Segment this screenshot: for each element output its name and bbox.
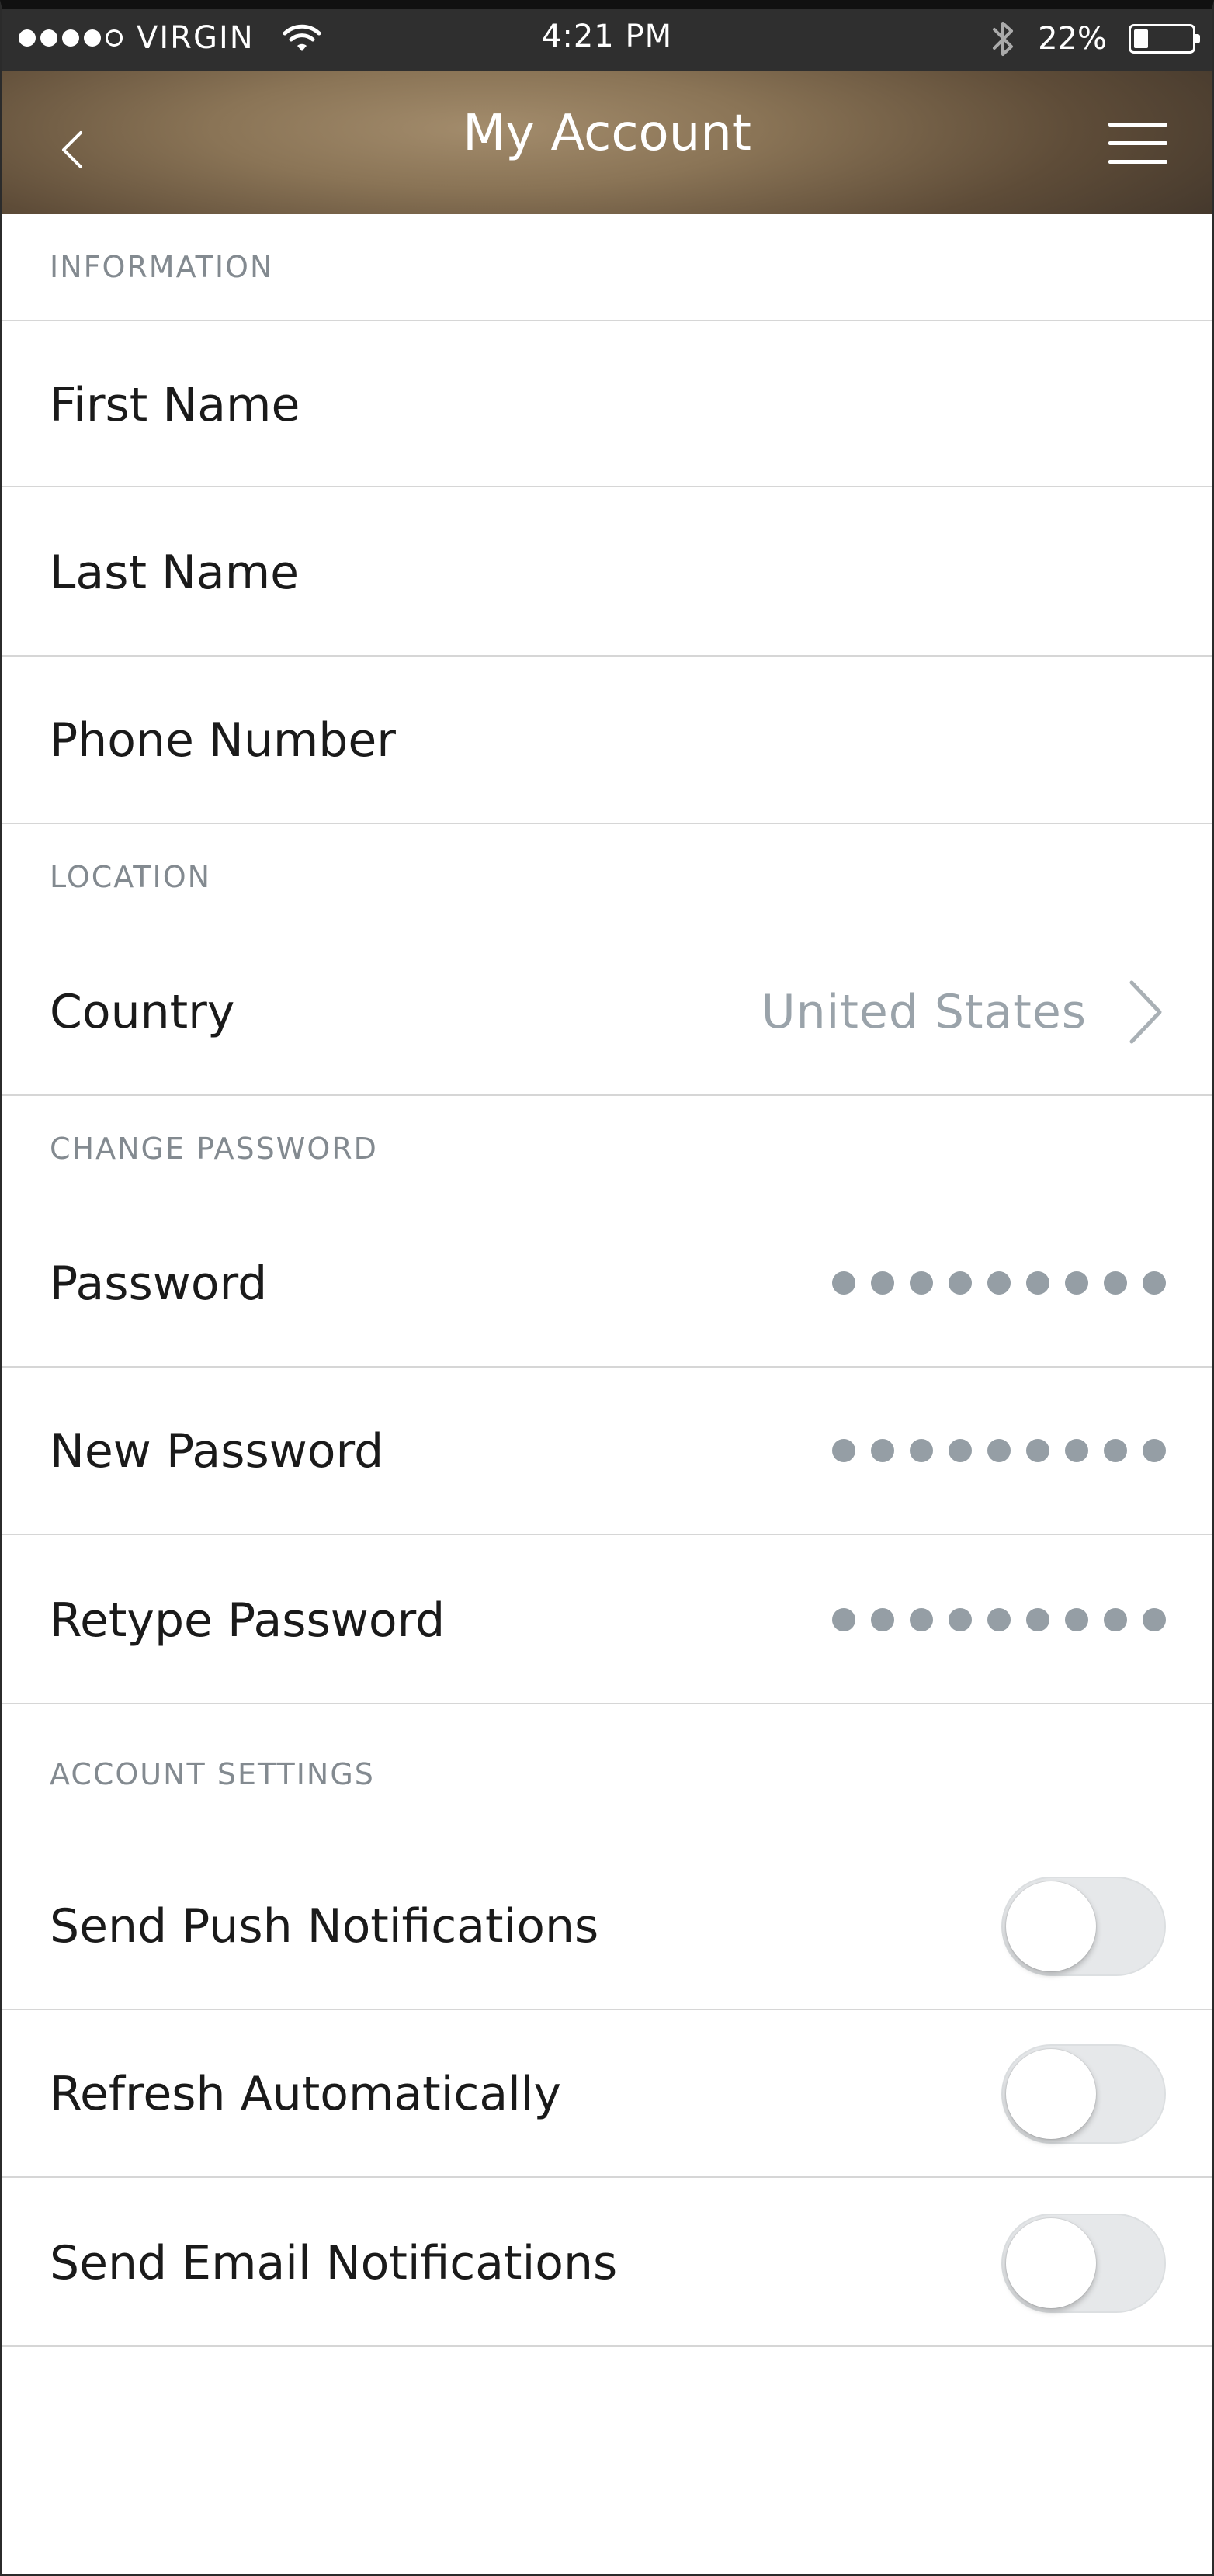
new-password-masked-value — [817, 1439, 1166, 1462]
chevron-right-icon — [1129, 980, 1162, 1044]
push-notifications-row: Send Push Notifications — [0, 1843, 1214, 2010]
retype-password-masked-value — [817, 1608, 1166, 1631]
country-label: Country — [50, 985, 235, 1039]
status-bar: VIRGIN 4:21 PM 22% — [0, 0, 1214, 71]
password-masked-value — [817, 1271, 1166, 1295]
retype-password-field[interactable]: Retype Password — [0, 1537, 1214, 1704]
country-value: United States — [761, 985, 1087, 1039]
navigation-bar: My Account — [0, 71, 1214, 214]
first-name-field[interactable]: First Name — [0, 320, 1214, 487]
retype-password-label: Retype Password — [50, 1593, 446, 1648]
battery-percentage: 22% — [1038, 21, 1107, 57]
refresh-automatically-toggle[interactable] — [1001, 2044, 1166, 2144]
last-name-field[interactable]: Last Name — [0, 489, 1214, 657]
email-notifications-toggle[interactable] — [1001, 2214, 1166, 2313]
email-notifications-row: Send Email Notifications — [0, 2179, 1214, 2347]
password-field[interactable]: Password — [0, 1200, 1214, 1368]
first-name-label: First Name — [50, 378, 300, 432]
email-notifications-label: Send Email Notifications — [50, 2236, 618, 2290]
battery-icon — [1129, 24, 1200, 54]
bluetooth-icon — [993, 22, 1014, 56]
hamburger-menu-button[interactable] — [1108, 118, 1167, 168]
country-selector[interactable]: Country United States — [0, 928, 1214, 1096]
phone-number-label: Phone Number — [50, 713, 396, 768]
refresh-automatically-row: Refresh Automatically — [0, 2010, 1214, 2178]
page-title: My Account — [463, 105, 751, 162]
toggle-knob — [1006, 1881, 1096, 1971]
password-label: Password — [50, 1257, 268, 1311]
refresh-automatically-label: Refresh Automatically — [50, 2067, 561, 2121]
push-notifications-toggle[interactable] — [1001, 1877, 1166, 1976]
new-password-field[interactable]: New Password — [0, 1368, 1214, 1535]
section-header-account-settings: ACCOUNT SETTINGS — [50, 1757, 375, 1791]
push-notifications-label: Send Push Notifications — [50, 1899, 599, 1954]
toggle-knob — [1006, 2049, 1096, 2139]
last-name-label: Last Name — [50, 546, 300, 600]
new-password-label: New Password — [50, 1424, 384, 1479]
toggle-knob — [1006, 2218, 1096, 2308]
section-header-change-password: CHANGE PASSWORD — [50, 1132, 378, 1166]
phone-number-field[interactable]: Phone Number — [0, 657, 1214, 824]
section-header-location: LOCATION — [50, 860, 212, 894]
section-header-information: INFORMATION — [50, 250, 274, 284]
